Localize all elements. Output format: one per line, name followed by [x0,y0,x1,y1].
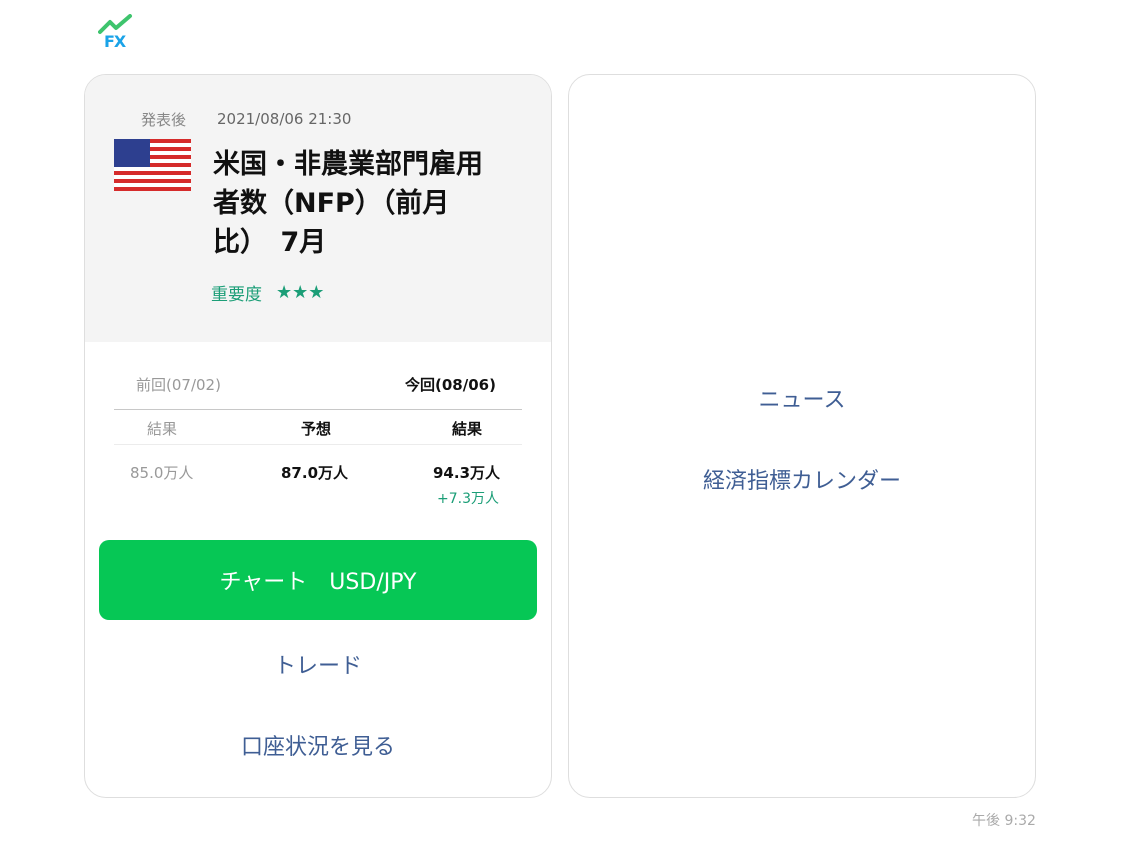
logo-text: FX [104,32,126,51]
table-divider-light [114,444,522,445]
current-result-value: 94.3万人 [433,464,501,482]
difference-value: +7.3万人 [437,491,499,507]
importance-label: 重要度 [211,285,262,305]
trade-link[interactable]: トレード [85,648,551,680]
table-divider [114,409,522,410]
card-header: 発表後 2021/08/06 21:30 米国・非農業部門雇用 者数（NFP）（… [85,75,551,342]
news-link[interactable]: ニュース [569,382,1035,414]
previous-label: 前回(07/02) [136,376,221,394]
forecast-header: 予想 [301,420,332,438]
current-label: 今回(08/06) [405,376,496,394]
message-timestamp: 午後 9:32 [972,813,1036,829]
current-result-header: 結果 [452,420,483,438]
economic-calendar-link[interactable]: 経済指標カレンダー [569,463,1035,495]
previous-result-header: 結果 [147,420,178,438]
menu-card: ニュース 経済指標カレンダー [568,74,1036,798]
chart-button[interactable]: チャート USD/JPY [99,540,537,620]
previous-result-value: 85.0万人 [130,464,194,482]
indicator-card: 発表後 2021/08/06 21:30 米国・非農業部門雇用 者数（NFP）（… [84,74,552,798]
indicator-title: 米国・非農業部門雇用 者数（NFP）（前月 比） 7月 [213,149,483,258]
account-status-link[interactable]: 口座状況を見る [85,729,551,761]
us-flag-icon [114,139,191,191]
forecast-value: 87.0万人 [281,464,349,482]
release-status: 発表後 [141,111,187,129]
importance-stars: ★★★ [276,282,325,303]
release-datetime: 2021/08/06 21:30 [217,110,352,128]
fx-logo: FX [98,14,138,52]
